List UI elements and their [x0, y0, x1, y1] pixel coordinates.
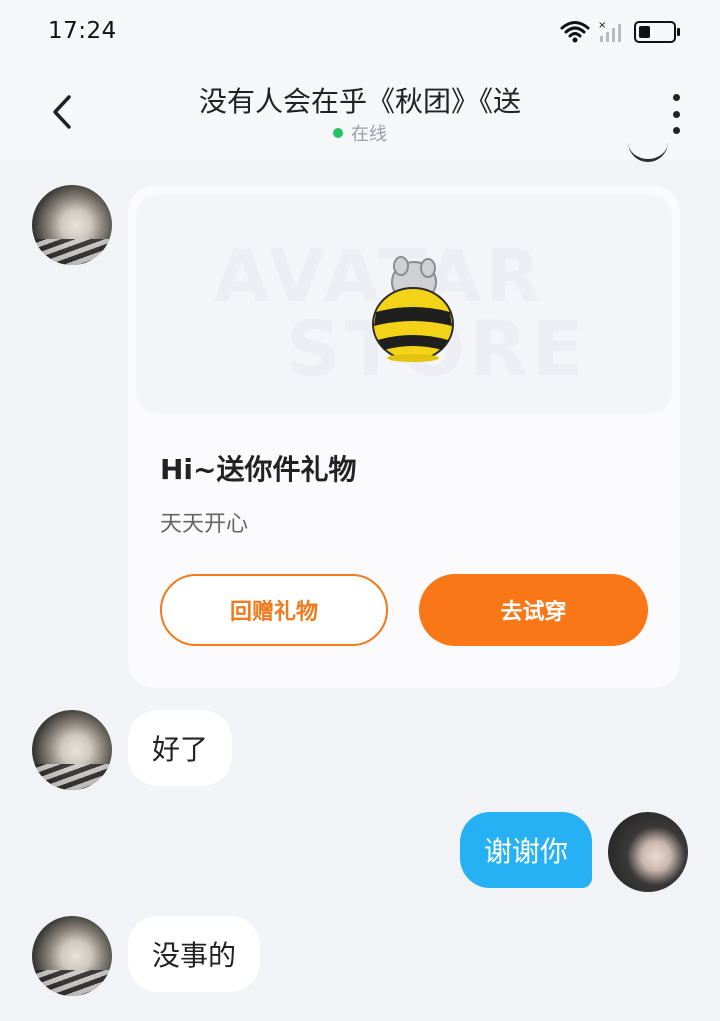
gift-card[interactable]: AVATAR STORE Hi~送你件礼物 天天开心 回赠礼物 去试穿	[128, 186, 680, 688]
more-button[interactable]	[666, 94, 686, 134]
online-dot-icon	[333, 128, 343, 138]
contact-avatar[interactable]	[32, 185, 112, 265]
wifi-icon	[560, 21, 590, 43]
chat-title: 没有人会在乎《秋团》《送	[198, 85, 521, 118]
svg-text:×: ×	[598, 20, 606, 31]
signal-icon: ×	[598, 20, 621, 42]
bee-costume-image	[372, 256, 454, 362]
try-on-button[interactable]: 去试穿	[419, 574, 648, 646]
gift-image: AVATAR STORE	[136, 194, 672, 414]
incoming-message-bubble[interactable]: 好了	[128, 710, 233, 786]
my-avatar[interactable]	[608, 812, 688, 892]
contact-avatar[interactable]	[32, 916, 112, 996]
status-icons: ×	[560, 18, 680, 46]
chat-header: 没有人会在乎《秋团》《送 在线	[0, 64, 720, 160]
return-gift-button[interactable]: 回赠礼物	[160, 574, 388, 646]
presence-label: 在线	[351, 124, 387, 145]
status-time: 17:24	[48, 18, 117, 44]
presence-status: 在线	[0, 120, 720, 146]
incoming-message-bubble[interactable]: 没事的	[128, 916, 261, 992]
battery-icon	[634, 21, 680, 43]
gift-subtitle: 天天开心	[160, 512, 249, 537]
gift-title: Hi~送你件礼物	[160, 453, 357, 486]
more-vertical-icon	[672, 94, 680, 101]
status-bar: 17:24 ×	[0, 0, 720, 64]
outgoing-message-bubble[interactable]: 谢谢你	[459, 812, 592, 888]
battery-level	[639, 26, 650, 38]
contact-avatar[interactable]	[32, 710, 112, 790]
